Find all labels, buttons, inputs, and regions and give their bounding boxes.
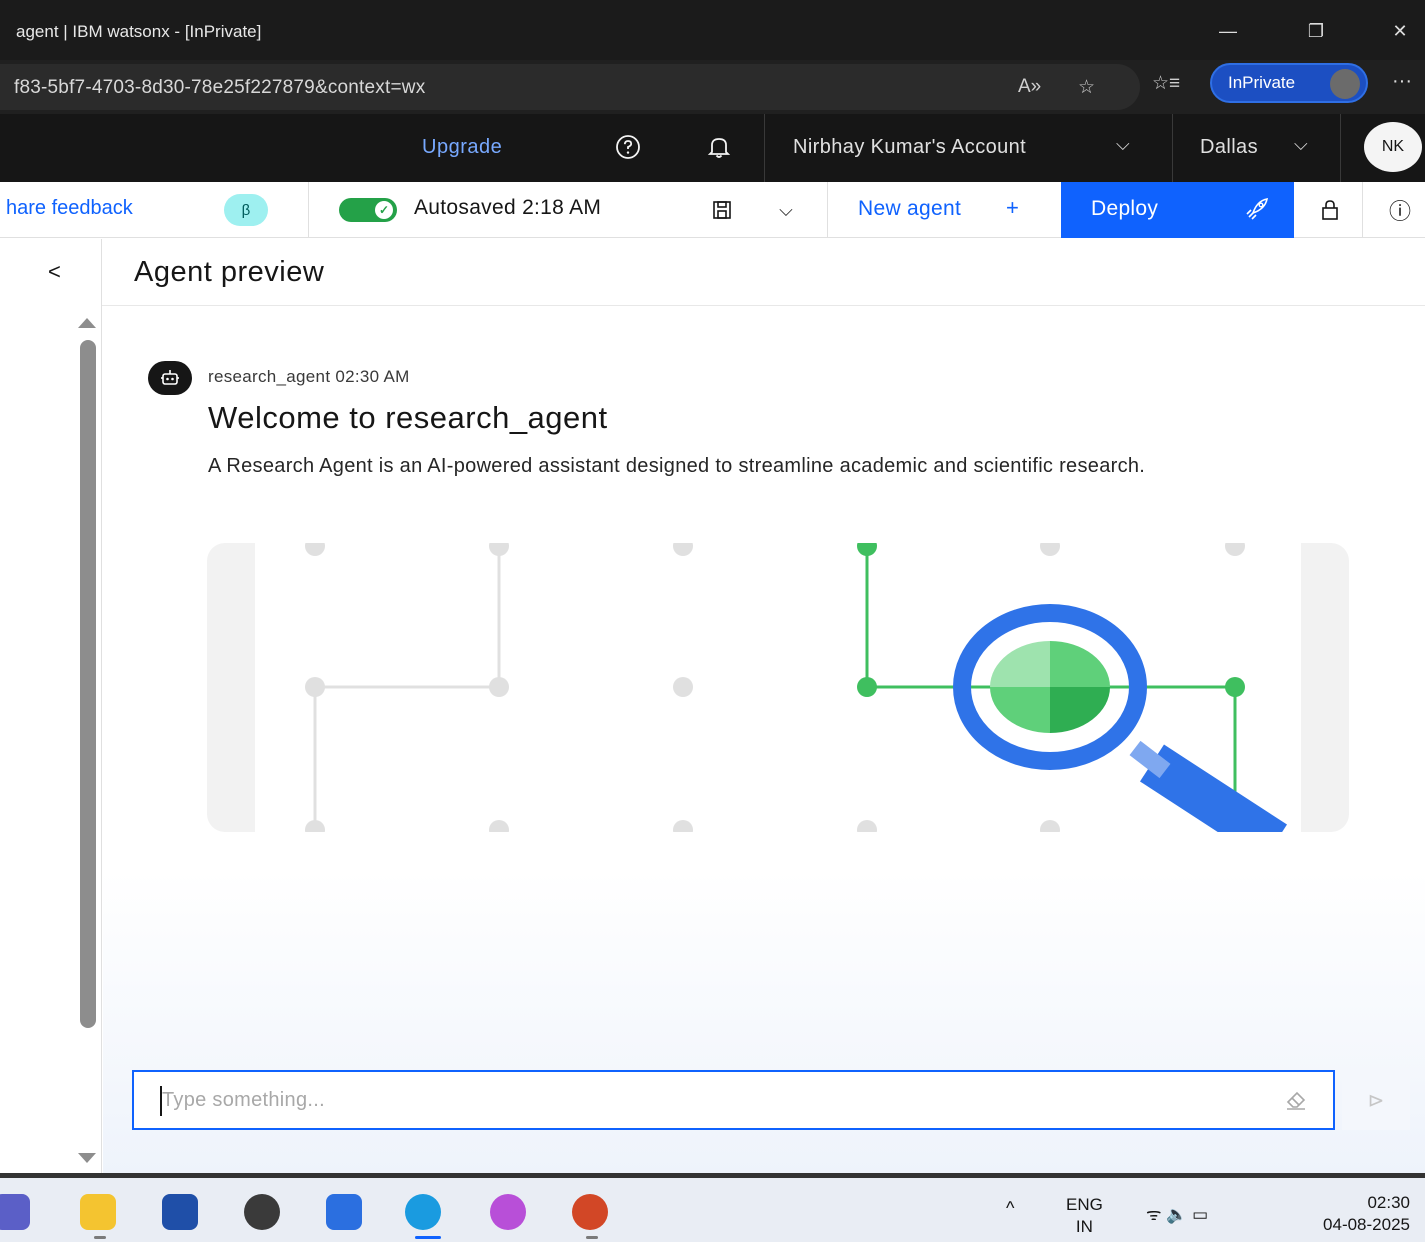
language-code: ENG bbox=[1066, 1195, 1103, 1214]
taskbar bbox=[0, 1178, 1425, 1242]
collapse-panel-button[interactable]: < bbox=[48, 259, 61, 285]
clock-date: 04-08-2025 bbox=[1323, 1215, 1410, 1234]
autosave-toggle[interactable]: ✓ bbox=[339, 198, 397, 222]
screen: agent | IBM watsonx - [InPrivate] — ❐ ✕ … bbox=[0, 0, 1425, 1242]
deploy-button[interactable]: Deploy bbox=[1061, 182, 1294, 238]
message-input-container bbox=[132, 1070, 1335, 1130]
inprivate-badge[interactable]: InPrivate bbox=[1210, 63, 1368, 103]
favorites-icon[interactable]: ☆≡ bbox=[1152, 72, 1180, 95]
help-icon[interactable] bbox=[613, 132, 643, 162]
send-button[interactable]: ⊳ bbox=[1342, 1070, 1410, 1130]
store-icon[interactable] bbox=[162, 1194, 198, 1230]
read-aloud-icon[interactable]: A» bbox=[1018, 76, 1041, 98]
toolbar-divider bbox=[308, 182, 309, 238]
share-feedback-link[interactable]: hare feedback bbox=[6, 197, 133, 220]
region-label: Dallas bbox=[1200, 136, 1258, 158]
file-explorer-icon[interactable] bbox=[80, 1194, 116, 1230]
header-divider bbox=[1340, 114, 1341, 182]
clock[interactable]: 02:30 04-08-2025 bbox=[1280, 1192, 1410, 1236]
toolbar-divider bbox=[1362, 182, 1363, 238]
account-label: Nirbhay Kumar's Account bbox=[793, 136, 1027, 158]
check-icon: ✓ bbox=[375, 201, 393, 219]
close-icon: ✕ bbox=[1392, 20, 1408, 41]
copilot-icon[interactable] bbox=[490, 1194, 526, 1230]
account-chevron-icon: ⌵ bbox=[1116, 134, 1130, 154]
autosave-status: Autosaved 2:18 AM bbox=[414, 196, 602, 219]
send-icon: ⊳ bbox=[1367, 1089, 1385, 1112]
app-icon[interactable] bbox=[244, 1194, 280, 1230]
app-header: Upgrade Nirbhay Kumar's Account ⌵ Dallas… bbox=[0, 114, 1425, 182]
running-indicator bbox=[586, 1236, 598, 1239]
running-indicator bbox=[94, 1236, 106, 1239]
save-icon[interactable] bbox=[708, 196, 736, 224]
upgrade-link[interactable]: Upgrade bbox=[422, 136, 502, 159]
scroll-up-arrow[interactable] bbox=[78, 318, 96, 328]
welcome-heading: Welcome to research_agent bbox=[208, 400, 608, 435]
header-divider bbox=[102, 305, 1425, 306]
magnifier-illustration bbox=[207, 543, 1349, 832]
tray-overflow-icon[interactable]: ^ bbox=[1006, 1198, 1014, 1219]
toolbar-divider bbox=[827, 182, 828, 238]
agent-toolbar: hare feedback β ✓ Autosaved 2:18 AM ⌵ Ne… bbox=[0, 182, 1425, 238]
rocket-icon bbox=[1243, 195, 1271, 229]
profile-avatar bbox=[1330, 69, 1360, 99]
browser-title-bar: agent | IBM watsonx - [InPrivate] — ❐ ✕ bbox=[0, 0, 1425, 60]
scrollbar-thumb[interactable] bbox=[80, 340, 96, 1028]
save-options-chevron-icon[interactable]: ⌵ bbox=[772, 196, 800, 224]
clock-time: 02:30 bbox=[1367, 1193, 1410, 1212]
active-indicator bbox=[415, 1236, 441, 1239]
minimize-icon: — bbox=[1219, 20, 1237, 41]
info-icon[interactable]: ⓘ bbox=[1386, 196, 1414, 224]
message-meta: research_agent 02:30 AM bbox=[208, 367, 410, 387]
header-divider bbox=[764, 114, 765, 182]
restore-button[interactable]: ❐ bbox=[1296, 14, 1336, 48]
window-title: agent | IBM watsonx - [InPrivate] bbox=[16, 22, 262, 41]
bell-icon[interactable] bbox=[704, 132, 734, 162]
url-text: f83-5bf7-4703-8d30-78e25f227879&context=… bbox=[14, 77, 426, 98]
page-title: Agent preview bbox=[134, 256, 325, 288]
scroll-down-arrow[interactable] bbox=[78, 1153, 96, 1163]
header-divider bbox=[1172, 114, 1173, 182]
user-avatar[interactable]: NK bbox=[1364, 122, 1422, 172]
new-agent-label: New agent bbox=[858, 197, 962, 220]
inprivate-label: InPrivate bbox=[1228, 73, 1296, 92]
deploy-label: Deploy bbox=[1091, 197, 1159, 220]
plus-icon: + bbox=[1006, 195, 1019, 220]
agent-description: A Research Agent is an AI-powered assist… bbox=[208, 455, 1146, 477]
eraser-icon[interactable] bbox=[1283, 1086, 1309, 1112]
language-indicator[interactable]: ENG IN bbox=[1066, 1194, 1103, 1238]
beta-badge: β bbox=[224, 194, 268, 226]
edge-icon[interactable] bbox=[405, 1194, 441, 1230]
close-button[interactable]: ✕ bbox=[1380, 14, 1420, 48]
sender-name: research_agent bbox=[208, 367, 331, 386]
message-input[interactable] bbox=[162, 1084, 1262, 1116]
favorite-star-icon[interactable]: ☆ bbox=[1078, 76, 1095, 99]
teams-icon[interactable] bbox=[0, 1194, 30, 1230]
app-icon[interactable] bbox=[326, 1194, 362, 1230]
url-field[interactable]: f83-5bf7-4703-8d30-78e25f227879&context=… bbox=[0, 64, 1140, 110]
more-options-icon[interactable]: ··· bbox=[1392, 70, 1412, 93]
region-chevron-icon: ⌵ bbox=[1294, 134, 1308, 154]
minimize-button[interactable]: — bbox=[1208, 14, 1248, 48]
bot-icon bbox=[148, 361, 192, 395]
powerpoint-icon[interactable] bbox=[572, 1194, 608, 1230]
message-time: 02:30 AM bbox=[335, 367, 410, 386]
system-tray-icons[interactable]: ᯤ 🔈 ▭ bbox=[1146, 1202, 1208, 1225]
region-code: IN bbox=[1075, 1217, 1093, 1236]
restore-icon: ❐ bbox=[1307, 20, 1325, 41]
lock-icon[interactable] bbox=[1316, 196, 1344, 224]
